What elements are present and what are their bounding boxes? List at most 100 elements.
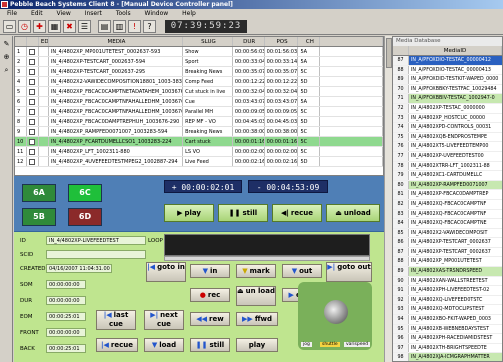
media-list-item[interactable]: 73 IN_A/4802XP_HOSTCUC_00000: [393, 113, 502, 124]
row-check[interactable]: [27, 47, 39, 56]
media-list-item[interactable]: 89 IN_A/4802XAS-TRSNDRSPEED: [393, 267, 502, 277]
jog-shuttle-control[interactable]: jog shuttle varispeed: [298, 282, 372, 350]
row-checkbox[interactable]: [28, 68, 35, 75]
ffwd-button[interactable]: ▶▶ ffwd: [236, 312, 278, 326]
menu-file[interactable]: File: [7, 10, 17, 17]
in-button[interactable]: ▼ in: [190, 264, 230, 278]
rec-button[interactable]: ● rec: [190, 288, 230, 302]
media-list-item[interactable]: 78 IN_A/4802XTRR-LFT_1002311-88: [393, 161, 502, 172]
table-row[interactable]: 8 IN_4/4802XP_FBCAC0DAMPTREPHUH_1003676-2…: [15, 117, 383, 127]
media-list-item[interactable]: 93 IN_A/4802XQ-MDTOCLIPSTEST: [393, 305, 502, 316]
mark-button[interactable]: ▼ mark: [236, 264, 276, 278]
media-id-header[interactable]: MediaID: [409, 46, 502, 55]
col-header-ch[interactable]: CH: [298, 37, 321, 46]
id-field[interactable]: IN_4/4802XP-LIVEFEEDTEST: [46, 236, 146, 245]
dur-field[interactable]: 00:00:00:00: [46, 296, 86, 305]
row-check[interactable]: [27, 157, 39, 166]
layout-icon[interactable]: ▤: [98, 20, 111, 33]
media-list-item[interactable]: 92 IN_A/4802XQ-LIVEFEED0TSTC: [393, 295, 502, 306]
still-clip-button[interactable]: ❚❚ still: [190, 338, 230, 352]
play-clip-button[interactable]: play: [236, 338, 278, 352]
media-list-item[interactable]: 82 IN_A/4802XQ-FBCAC0CAMPTNF: [393, 199, 502, 210]
row-check[interactable]: [27, 137, 39, 146]
col-header-slug[interactable]: SLUG: [183, 37, 233, 46]
search-tool-icon[interactable]: ⌕: [2, 66, 11, 75]
row-check[interactable]: [27, 87, 39, 96]
media-list-item[interactable]: 91 IN_A/4802XPH-LIVEFEEDTEST-02: [393, 286, 502, 296]
record-tool-icon[interactable]: ⊕: [2, 53, 11, 62]
table-row[interactable]: 4 IN_4/4802X2-VAWIDECOMPOSITION18801_1003…: [15, 77, 383, 87]
row-checkbox[interactable]: [28, 78, 35, 85]
table-row[interactable]: 11 IN_4/4802XP_LFT_1002311-880 LS VO 00:00:…: [15, 147, 383, 157]
goto-out-button[interactable]: ▶| goto out: [326, 262, 372, 282]
table-row[interactable]: 7 IN_4/4802XP_FBCAC0CAMPTNFAHALLEDHM_1003…: [15, 107, 383, 117]
media-list-item[interactable]: 97 IN_A/4802XTH-BRIGHTSPEEDTE: [393, 343, 502, 354]
table-row[interactable]: 9 IN_4/4802XP_RAMPFED0071007_1003283-594 B…: [15, 127, 383, 137]
col-header-dur[interactable]: DUR: [233, 37, 265, 46]
table-row[interactable]: 6 IN_4/4802XP_FBCAC0CAMPTNFAHALLEDHM_1003…: [15, 97, 383, 107]
add-icon[interactable]: ✚: [33, 20, 46, 33]
still-button[interactable]: ❚❚ still: [218, 204, 268, 222]
media-list-item[interactable]: 88 IN_A/4802XP_MP001UTETEST: [393, 257, 502, 268]
media-list-item[interactable]: 71 IN_A/PFOXBBIV-TESTAC_1002947-0: [393, 94, 502, 104]
row-checkbox[interactable]: [28, 98, 35, 105]
media-list-item[interactable]: 72 IN_A/4802XP-TESTAC_0000000: [393, 103, 502, 114]
media-list-item[interactable]: 88 IN_A/PFOXDIO-TESTAC_00000413: [393, 65, 502, 76]
jog-knob[interactable]: [324, 300, 348, 324]
rew-button[interactable]: ◀◀ rew: [190, 312, 230, 326]
row-checkbox[interactable]: [28, 58, 35, 65]
channel-6a-button[interactable]: 6A: [22, 184, 56, 202]
schedule-icon[interactable]: ▥: [113, 20, 126, 33]
grid-icon[interactable]: ▦: [48, 20, 61, 33]
media-list-item[interactable]: 79 IN_A/4802XC1-CARTDUMELLC: [393, 171, 502, 181]
row-check[interactable]: [27, 77, 39, 86]
col-header-media[interactable]: MEDIA: [49, 37, 184, 46]
last-cue-button[interactable]: |◀ last cue: [96, 310, 136, 330]
varispeed-mode[interactable]: varispeed: [344, 342, 371, 347]
menu-help[interactable]: Help: [182, 10, 196, 17]
playlist-scrollbar[interactable]: [384, 36, 392, 362]
col-header-pos[interactable]: POS: [265, 37, 299, 46]
media-list-item[interactable]: 89 IN_A/PFOXDID-TESTKIT-WAPED_0000: [393, 75, 502, 85]
next-cue-button[interactable]: ▶| next cue: [144, 310, 184, 330]
edit-tool-icon[interactable]: ✎: [2, 40, 11, 49]
scid-field[interactable]: [46, 250, 146, 259]
help-icon[interactable]: ?: [143, 20, 156, 33]
table-row[interactable]: 3 IN_4/4802XP-TESTCART_0002637-295 Breakin…: [15, 67, 383, 77]
media-list-item[interactable]: 95 IN_A/4802XB-WEBNEBDAYSTEST: [393, 324, 502, 335]
menu-window[interactable]: Window: [145, 10, 169, 17]
row-checkbox[interactable]: [28, 88, 35, 95]
row-checkbox[interactable]: [28, 128, 35, 135]
media-list-item[interactable]: 83 IN_A/4802XQ-FBCAC0CAMPTNF: [393, 209, 502, 220]
row-checkbox[interactable]: [28, 108, 35, 115]
media-list-item[interactable]: 74 IN_A/4802XPD-CONTROLS_00031: [393, 123, 502, 133]
media-list-item[interactable]: 80 IN_A/4802XP-RAMPFED0071007: [393, 180, 502, 191]
table-row[interactable]: 5 IN_4/4802XP_FBCAC0CAMPTNETADATAHEM_1003…: [15, 87, 383, 97]
shuttle-mode[interactable]: shuttle: [320, 342, 340, 347]
table-row[interactable]: 2 IN_4/4802XP-TESTCART_0002637-594 Sport 00…: [15, 57, 383, 67]
media-list-item[interactable]: 87 IN_A/PFOXDIO-TESTAC_00000412: [393, 56, 502, 66]
recue-button[interactable]: ◀| recue: [272, 204, 322, 222]
media-list-item[interactable]: 86 IN_A/4802XP-TESTCART_0002637: [393, 238, 502, 248]
row-checkbox[interactable]: [28, 158, 35, 165]
row-check[interactable]: [27, 117, 39, 126]
row-checkbox[interactable]: [28, 118, 35, 125]
monitor-icon[interactable]: ▭: [3, 20, 16, 33]
table-row[interactable]: 1 IN_4/4802XP_MP001UTETEST_0002637-593 Sho…: [15, 47, 383, 57]
som-field[interactable]: 00:00:00:00: [46, 280, 86, 289]
media-list-item[interactable]: 98 IN_A/4802XJA-ICMGRAPHMATTER: [393, 353, 502, 361]
front-field[interactable]: 00:00:00:00: [46, 328, 86, 337]
jog-mode[interactable]: jog: [301, 342, 312, 347]
load-button[interactable]: ▼ load: [144, 338, 184, 352]
menu-insert[interactable]: Insert: [85, 10, 102, 17]
table-row[interactable]: 12 IN_4/4802XP_4UVEFEEDTESTMPEG2_1002887-…: [15, 157, 383, 167]
media-list-item[interactable]: 75 IN_A/4802XQB-ENDPROSTEMPE: [393, 132, 502, 143]
col-header-index[interactable]: [15, 37, 27, 46]
menu-edit[interactable]: Edit: [31, 10, 43, 17]
eom-field[interactable]: 00:00:25:01: [46, 312, 86, 321]
created-field[interactable]: 04/16/2007 11:04:31.00: [46, 264, 112, 273]
media-list-item[interactable]: 81 IN_A/4802XP-FBCAC0DAMPTREP: [393, 190, 502, 200]
media-list-item[interactable]: 96 IN_A/4802XPH-RACEDIAMIDSTEST: [393, 334, 502, 344]
row-check[interactable]: [27, 127, 39, 136]
delete-icon[interactable]: ✖: [63, 20, 76, 33]
